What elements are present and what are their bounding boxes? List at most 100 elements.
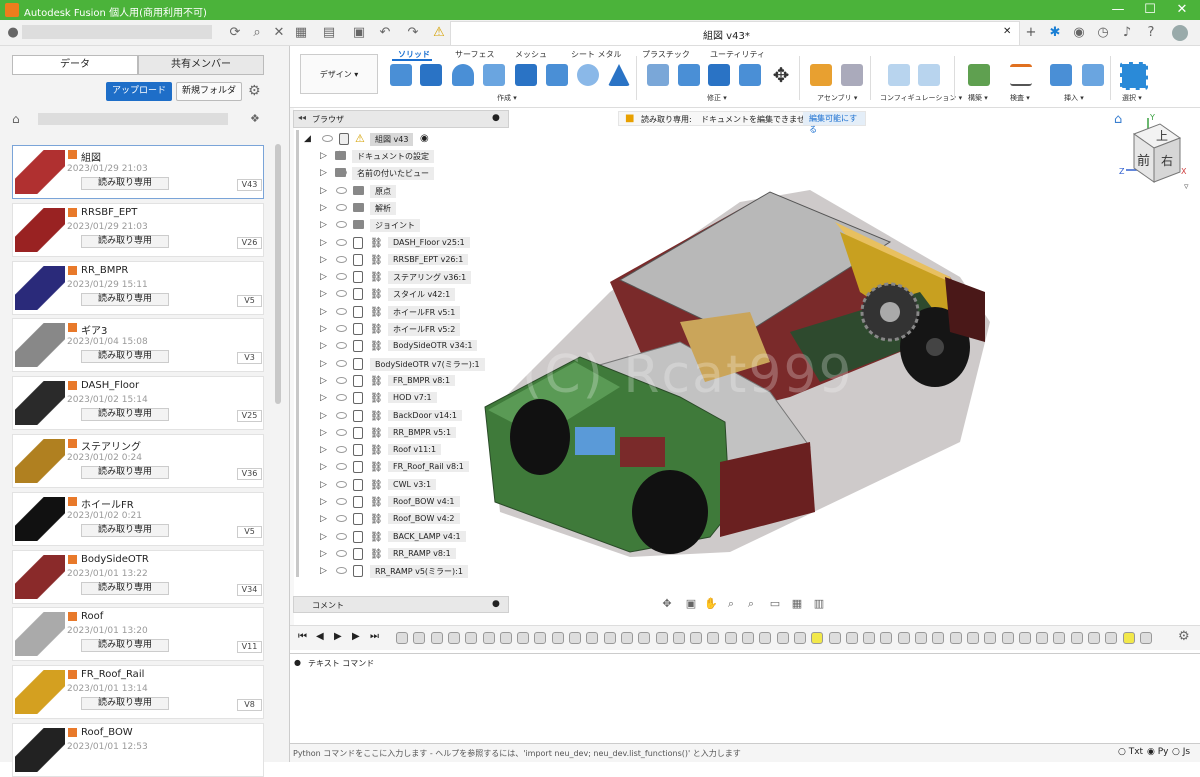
- timeline-feature-icon[interactable]: [811, 632, 824, 644]
- insert-group-label[interactable]: 挿入 ▾: [1064, 93, 1084, 103]
- expand-arrow-icon[interactable]: ▷: [320, 480, 327, 490]
- browser-node[interactable]: ▷ 原点: [296, 183, 510, 200]
- configure-icon[interactable]: [888, 64, 910, 86]
- timeline-feature-icon[interactable]: [655, 632, 668, 644]
- timeline-feature-icon[interactable]: [1122, 632, 1135, 644]
- timeline-feature-icon[interactable]: [828, 632, 841, 644]
- visibility-eye-icon[interactable]: [336, 411, 347, 419]
- text-command-pin-icon[interactable]: ●: [294, 658, 301, 667]
- move-icon[interactable]: ✥: [770, 64, 792, 86]
- upload-button[interactable]: アップロード: [106, 82, 172, 101]
- browser-node[interactable]: ▷ ⛓ FR_BMPR v8:1: [296, 373, 510, 390]
- version-badge[interactable]: V25: [237, 410, 262, 423]
- timeline-feature-icon[interactable]: [551, 632, 564, 644]
- expand-arrow-icon[interactable]: ▷: [320, 203, 327, 213]
- new-folder-button[interactable]: 新規フォルダ: [176, 82, 242, 101]
- search-icon[interactable]: ⌕: [248, 24, 266, 42]
- file-card[interactable]: ホイールFR 2023/01/02 0:21 読み取り専用 V5: [12, 491, 264, 546]
- timeline-feature-icon[interactable]: [707, 632, 720, 644]
- timeline-feature-icon[interactable]: [863, 632, 876, 644]
- timeline-feature-icon[interactable]: [966, 632, 979, 644]
- file-card[interactable]: ギア3 2023/01/04 15:08 読み取り専用 V3: [12, 318, 264, 373]
- maximize-button[interactable]: ☐: [1135, 2, 1165, 17]
- read-only-dropdown[interactable]: 読み取り専用: [81, 408, 169, 422]
- browser-node[interactable]: ▷ ⛓ BackDoor v14:1: [296, 408, 510, 425]
- expand-arrow-icon[interactable]: ▷: [320, 255, 327, 265]
- construct-group-label[interactable]: 構築 ▾: [968, 93, 988, 103]
- extrude-icon[interactable]: [420, 64, 442, 86]
- read-only-dropdown[interactable]: 読み取り専用: [81, 234, 169, 248]
- refresh-icon[interactable]: ⟳: [226, 24, 244, 42]
- timeline-settings-icon[interactable]: ⚙: [1178, 629, 1190, 644]
- browser-node[interactable]: ▷⚙ドキュメントの設定: [296, 148, 510, 165]
- tab-mesh[interactable]: メッシュ: [515, 49, 547, 60]
- python-input[interactable]: Python コマンドをここに入力します - ヘルプを参照するには、'impor…: [293, 748, 741, 759]
- collapse-arrow-icon[interactable]: ◂◂: [298, 113, 306, 122]
- file-menu-icon[interactable]: ▤: [320, 24, 338, 42]
- timeline-feature-icon[interactable]: [793, 632, 806, 644]
- mirror-icon[interactable]: [608, 64, 630, 86]
- timeline-feature-icon[interactable]: [776, 632, 789, 644]
- timeline-feature-icon[interactable]: [984, 632, 997, 644]
- joint-icon[interactable]: [841, 64, 863, 86]
- expand-arrow-icon[interactable]: ▷: [320, 186, 327, 196]
- enable-editing-button[interactable]: 編集可能にする: [803, 112, 865, 134]
- timeline-feature-icon[interactable]: [845, 632, 858, 644]
- read-only-dropdown[interactable]: 読み取り専用: [81, 350, 169, 364]
- timeline-feature-icon[interactable]: [413, 632, 426, 644]
- visibility-eye-icon[interactable]: [336, 549, 347, 557]
- expand-arrow-icon[interactable]: ▷: [320, 272, 327, 282]
- visibility-eye-icon[interactable]: [336, 221, 347, 229]
- version-badge[interactable]: V5: [237, 294, 262, 307]
- loft-icon[interactable]: [546, 64, 568, 86]
- new-sketch-icon[interactable]: [390, 64, 412, 86]
- grid-settings-icon[interactable]: ▦: [788, 595, 806, 613]
- look-at-icon[interactable]: ▣: [682, 595, 700, 613]
- radio-js[interactable]: ○ Js: [1172, 747, 1190, 757]
- expand-arrow-icon[interactable]: ▷: [320, 445, 327, 455]
- browser-node[interactable]: ▷ ⛓ ホイールFR v5:1: [296, 304, 510, 321]
- visibility-eye-icon[interactable]: [336, 203, 347, 211]
- notifications-icon[interactable]: ♪: [1118, 24, 1136, 42]
- tab-surface[interactable]: サーフェス: [455, 49, 495, 60]
- python-command-bar[interactable]: Python コマンドをここに入力します - ヘルプを参照するには、'impor…: [290, 743, 1200, 762]
- timeline-feature-icon[interactable]: [499, 632, 512, 644]
- timeline-feature-icon[interactable]: [932, 632, 945, 644]
- timeline-feature-icon[interactable]: [603, 632, 616, 644]
- expand-arrow-icon[interactable]: ▷: [320, 514, 327, 524]
- configuration-table-icon[interactable]: [918, 64, 940, 86]
- tab-shared-members[interactable]: 共有メンバー: [138, 55, 264, 75]
- job-status-icon[interactable]: ◷: [1094, 24, 1112, 42]
- browser-node[interactable]: ▷ 解析: [296, 200, 510, 217]
- avatar[interactable]: [1172, 25, 1188, 41]
- read-only-dropdown[interactable]: 読み取り専用: [81, 639, 169, 653]
- expand-arrow-icon[interactable]: ◢: [304, 134, 311, 144]
- offset-plane-icon[interactable]: [968, 64, 990, 86]
- read-only-dropdown[interactable]: 読み取り専用: [81, 292, 169, 306]
- file-card[interactable]: Roof 2023/01/01 13:20 読み取り専用 V11: [12, 607, 264, 662]
- step-forward-icon[interactable]: ▶: [352, 631, 360, 642]
- browser-pin-icon[interactable]: ●: [492, 113, 500, 123]
- expand-arrow-icon[interactable]: ▷: [320, 289, 327, 299]
- select-icon[interactable]: [1120, 62, 1148, 90]
- visibility-eye-icon[interactable]: [336, 342, 347, 350]
- timeline-feature-icon[interactable]: [897, 632, 910, 644]
- read-only-dropdown[interactable]: 読み取り専用: [81, 697, 169, 711]
- timeline-feature-icon[interactable]: [880, 632, 893, 644]
- combine-icon[interactable]: [515, 64, 537, 86]
- radio-py[interactable]: ◉ Py: [1147, 747, 1168, 757]
- timeline-feature-icon[interactable]: [586, 632, 599, 644]
- browser-node[interactable]: ▷ ⛓ DASH_Floor v25:1: [296, 235, 510, 252]
- visibility-eye-icon[interactable]: [322, 135, 333, 142]
- file-card[interactable]: 組図 2023/01/29 21:03 読み取り専用 V43: [12, 145, 264, 199]
- browser-node[interactable]: ▷ ⛓ Roof v11:1: [296, 442, 510, 459]
- browser-node[interactable]: ▷ ⛓ ホイールFR v5:2: [296, 321, 510, 338]
- file-card[interactable]: RRSBF_EPT 2023/01/29 21:03 読み取り専用 V26: [12, 202, 264, 257]
- browser-node[interactable]: ▷ BodySideOTR v7(ミラー):1: [296, 356, 510, 373]
- tab-plastic[interactable]: プラスチック: [642, 49, 690, 60]
- visibility-eye-icon[interactable]: [336, 394, 347, 402]
- online-status-icon[interactable]: ◉: [1070, 24, 1088, 42]
- timeline-feature-icon[interactable]: [1036, 632, 1049, 644]
- step-back-icon[interactable]: ◀: [316, 631, 324, 642]
- timeline-feature-icon[interactable]: [742, 632, 754, 644]
